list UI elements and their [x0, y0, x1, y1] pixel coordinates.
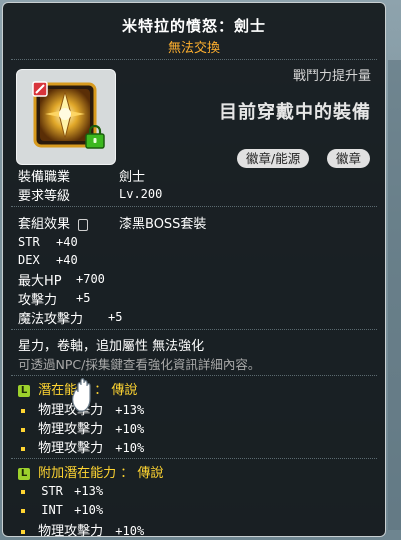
- job-label: 裝備職業: [18, 170, 71, 185]
- bonus-potential-title: 附加潛在能力 ： 傳說: [38, 466, 164, 481]
- stat-value: +40: [56, 253, 78, 267]
- set-effect-label: 套組效果: [18, 213, 89, 232]
- item-tooltip: 米特拉的憤怒：劍士 無法交換 戰鬥力提升量 目前穿戴中的裝備 徽章/能源 徽章 …: [2, 2, 386, 537]
- bonus-stat-name: 物理攻擊力: [38, 524, 104, 537]
- lock-icon: [85, 125, 105, 149]
- bullet: [21, 508, 25, 513]
- combat-power-label: 戰鬥力提升量: [292, 69, 371, 84]
- potential-stat-value: +13%: [115, 403, 145, 417]
- bonus-potential-line: 物理攻擊力 +10%: [21, 520, 145, 537]
- bonus-potential-header: L 附加潛在能力 ： 傳說: [18, 462, 163, 481]
- legendary-badge: L: [18, 467, 30, 480]
- level-value: Lv.200: [119, 187, 163, 201]
- bonus-stat-name: INT: [41, 503, 63, 517]
- bonus-stat-value: +13%: [74, 484, 104, 498]
- stat-value: +40: [56, 235, 78, 249]
- stat-row-magic-attack: 魔法攻擊力 +5: [18, 308, 122, 327]
- stat-value: +700: [76, 272, 105, 286]
- potential-line: 物理攻擊力 +10%: [21, 418, 144, 437]
- stat-row-str: STR +40: [18, 235, 78, 249]
- bonus-potential-line: INT +10%: [21, 503, 103, 517]
- stat-name: 魔法攻擊力: [18, 312, 84, 327]
- bullet: [21, 529, 25, 534]
- stat-value: +5: [76, 291, 91, 305]
- bonus-stat-name: STR: [41, 484, 63, 498]
- legendary-badge: L: [18, 384, 30, 397]
- background-scroll-column: [388, 60, 401, 530]
- divider: [11, 458, 377, 459]
- set-info-icon[interactable]: [78, 218, 89, 231]
- divider: [11, 375, 377, 376]
- stat-name: 最大HP: [18, 274, 62, 289]
- potential-stat-value: +10%: [115, 422, 145, 436]
- potential-stat-name: 物理攻擊力: [38, 422, 104, 437]
- bullet: [21, 408, 25, 413]
- bullet: [21, 489, 25, 494]
- enhance-properties: 星力，卷軸，追加屬性 無法強化: [18, 339, 205, 354]
- job-value: 劍士: [119, 170, 146, 185]
- tag-badge: 徽章: [327, 149, 371, 168]
- bonus-potential-line: STR +13%: [21, 484, 103, 498]
- divider: [11, 59, 377, 60]
- stat-row-maxhp: 最大HP +700: [18, 270, 105, 289]
- bonus-stat-value: +10%: [115, 524, 145, 537]
- tag-badge-energy: 徽章/能源: [237, 149, 310, 168]
- stat-name: STR: [18, 235, 40, 249]
- potential-stat-value: +10%: [115, 441, 145, 455]
- stat-name: DEX: [18, 253, 40, 267]
- set-effect-text: 套組效果: [18, 217, 71, 232]
- hand-cursor-icon: [72, 378, 91, 412]
- stat-value: +5: [108, 310, 123, 324]
- item-icon-frame: [16, 69, 116, 165]
- potential-stat-name: 物理攻擊力: [38, 441, 104, 456]
- trade-status: 無法交換: [167, 41, 220, 56]
- current-equipped-label: 目前穿戴中的裝備: [219, 102, 371, 123]
- bullet: [21, 427, 25, 432]
- stat-row-attack: 攻擊力 +5: [18, 289, 90, 308]
- item-name: 米特拉的憤怒：劍士: [121, 17, 266, 35]
- stat-name: 攻擊力: [18, 293, 58, 308]
- divider: [11, 329, 377, 330]
- potential-line: 物理攻擊力 +10%: [21, 437, 144, 456]
- set-effect-value: 漆黑BOSS套裝: [119, 217, 207, 232]
- divider: [11, 206, 377, 207]
- stat-row-dex: DEX +40: [18, 253, 78, 267]
- bullet: [21, 446, 25, 451]
- enhance-hint: 可透過NPC/採集鍵查看強化資訊詳細內容。: [18, 357, 261, 372]
- level-label: 要求等級: [18, 189, 71, 204]
- bonus-stat-value: +10%: [74, 503, 104, 517]
